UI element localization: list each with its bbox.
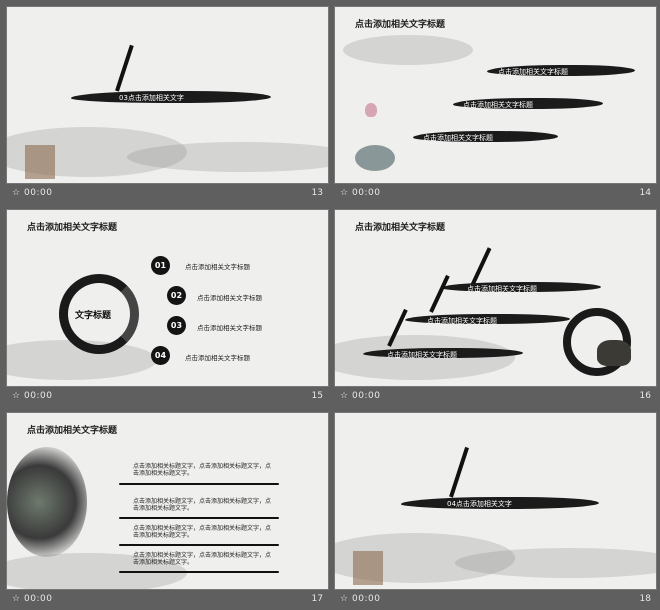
slide-canvas: 点击添加相关文字标题 点击添加相关文字标题 点击添加相关文字标题 点击添加相关文… <box>334 6 657 184</box>
ink-divider <box>119 571 279 573</box>
teapot-image <box>597 340 631 366</box>
paragraph: 点击添加相关标题文字，点击添加相关标题文字，点击添加相关标题文字。 <box>133 463 272 477</box>
slide-canvas: 点击添加相关文字标题 点击添加相关标题文字，点击添加相关标题文字，点击添加相关标… <box>6 412 329 590</box>
brush-caption: 点击添加相关文字标题 <box>463 101 533 109</box>
slide-time: 00:00 <box>352 391 381 401</box>
star-icon: ☆ <box>12 594 21 604</box>
slide-time: 00:00 <box>352 594 381 604</box>
slide-thumbnail-17[interactable]: 点击添加相关文字标题 点击添加相关标题文字，点击添加相关标题文字，点击添加相关标… <box>6 412 329 609</box>
slide-number: 16 <box>639 391 651 401</box>
lotus-flower-image <box>365 103 377 117</box>
star-icon: ☆ <box>12 188 21 198</box>
slide-thumbnail-16[interactable]: 点击添加相关文字标题 点击添加相关文字标题 点击添加相关文字标题 点击添加相关文… <box>334 209 657 406</box>
brush-pen-image <box>115 44 134 92</box>
ink-landscape-image <box>7 447 87 557</box>
paragraph: 点击添加相关标题文字，点击添加相关标题文字，点击添加相关标题文字。 <box>133 525 272 539</box>
slide-title: 点击添加相关文字标题 <box>355 223 446 233</box>
lotus-leaf-image <box>355 145 395 171</box>
slide-time: 00:00 <box>352 188 381 198</box>
slide-number: 17 <box>311 594 323 604</box>
slide-title: 点击添加相关文字标题 <box>355 20 446 30</box>
slide-title: 点击添加相关文字标题 <box>27 223 118 233</box>
number-badge: 02 <box>167 286 186 305</box>
slide-thumbnail-15[interactable]: 点击添加相关文字标题 文字标题 01 点击添加相关文字标题 02 点击添加相关文… <box>6 209 329 406</box>
ink-divider <box>119 544 279 546</box>
chair-image <box>353 551 383 585</box>
slide-canvas: 04点击添加相关文字 <box>334 412 657 590</box>
brush-caption: 03点击添加相关文字 <box>119 94 184 102</box>
ink-mountain <box>343 35 473 65</box>
ink-divider <box>119 483 279 485</box>
brush-caption: 点击添加相关文字标题 <box>423 134 493 142</box>
slide-number: 14 <box>639 188 651 198</box>
slide-thumbnail-18[interactable]: 04点击添加相关文字 ☆ 00:00 18 <box>334 412 657 609</box>
brush-caption: 点击添加相关文字标题 <box>467 285 537 293</box>
number-badge: 01 <box>151 256 170 275</box>
list-item-text: 点击添加相关文字标题 <box>185 263 250 271</box>
number-badge: 03 <box>167 316 186 335</box>
slide-meta: ☆ 00:00 17 <box>6 593 329 607</box>
brush-caption: 点击添加相关文字标题 <box>427 317 497 325</box>
number-badge: 04 <box>151 346 170 365</box>
brush-caption: 点击添加相关文字标题 <box>498 68 568 76</box>
slide-time: 00:00 <box>24 594 53 604</box>
slide-time: 00:00 <box>24 391 53 401</box>
slide-meta: ☆ 00:00 14 <box>334 187 657 201</box>
paragraph: 点击添加相关标题文字，点击添加相关标题文字，点击添加相关标题文字。 <box>133 552 272 566</box>
ink-divider <box>119 517 279 519</box>
slide-number: 18 <box>639 594 651 604</box>
list-item-text: 点击添加相关文字标题 <box>197 294 262 302</box>
slide-thumbnail-14[interactable]: 点击添加相关文字标题 点击添加相关文字标题 点击添加相关文字标题 点击添加相关文… <box>334 6 657 203</box>
slide-canvas: 点击添加相关文字标题 文字标题 01 点击添加相关文字标题 02 点击添加相关文… <box>6 209 329 387</box>
brush-caption: 点击添加相关文字标题 <box>387 351 457 359</box>
star-icon: ☆ <box>340 391 349 401</box>
slide-canvas: 03点击添加相关文字 <box>6 6 329 184</box>
brush-caption: 04点击添加相关文字 <box>447 500 512 508</box>
circle-label: 文字标题 <box>75 311 112 321</box>
brush-pen-image <box>429 274 450 313</box>
star-icon: ☆ <box>12 391 21 401</box>
slide-title: 点击添加相关文字标题 <box>27 426 118 436</box>
slide-canvas: 点击添加相关文字标题 点击添加相关文字标题 点击添加相关文字标题 点击添加相关文… <box>334 209 657 387</box>
slide-thumbnail-13[interactable]: 03点击添加相关文字 ☆ 00:00 13 <box>6 6 329 203</box>
star-icon: ☆ <box>340 594 349 604</box>
brush-pen-image <box>449 446 469 498</box>
slide-number: 15 <box>311 391 323 401</box>
slide-number: 13 <box>311 188 323 198</box>
list-item-text: 点击添加相关文字标题 <box>185 354 250 362</box>
slide-meta: ☆ 00:00 15 <box>6 390 329 404</box>
slide-time: 00:00 <box>24 188 53 198</box>
paragraph: 点击添加相关标题文字，点击添加相关标题文字，点击添加相关标题文字。 <box>133 498 272 512</box>
chair-image <box>25 145 55 179</box>
slide-meta: ☆ 00:00 13 <box>6 187 329 201</box>
slide-meta: ☆ 00:00 18 <box>334 593 657 607</box>
slide-meta: ☆ 00:00 16 <box>334 390 657 404</box>
list-item-text: 点击添加相关文字标题 <box>197 324 262 332</box>
star-icon: ☆ <box>340 188 349 198</box>
